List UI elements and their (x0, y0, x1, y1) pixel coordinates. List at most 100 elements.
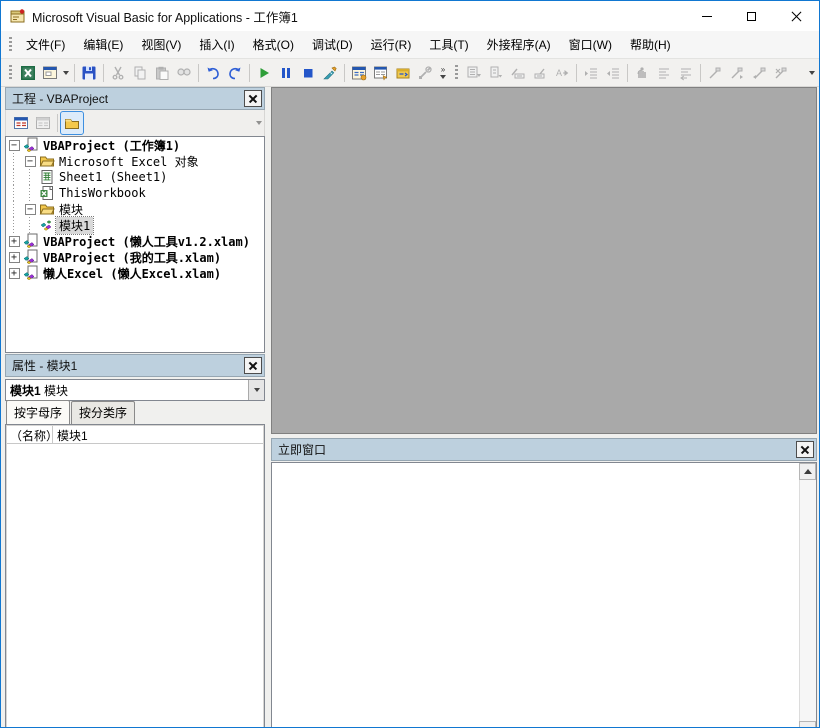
vba-main-window: Microsoft Visual Basic for Applications … (0, 0, 820, 728)
toolbar: » A (1, 59, 819, 87)
tree-item-lazyexcel[interactable]: + 懒人Excel (懒人Excel.xlam) (6, 265, 264, 281)
clear-all-bookmarks-icon[interactable] (770, 62, 792, 84)
menu-insert[interactable]: 插入(I) (190, 32, 243, 57)
properties-panel-title: 属性 - 模块1 (12, 357, 244, 374)
complete-word-icon[interactable]: A (551, 62, 573, 84)
paste-icon[interactable] (151, 62, 173, 84)
maximize-button[interactable] (729, 1, 774, 31)
view-object-button[interactable] (32, 112, 54, 134)
mdi-client-area: 立即窗口 (265, 87, 819, 728)
properties-window-button[interactable] (370, 62, 392, 84)
expand-icon[interactable]: + (6, 249, 22, 265)
comment-block-icon[interactable] (653, 62, 675, 84)
toggle-bookmark-icon[interactable] (704, 62, 726, 84)
titlebar: Microsoft Visual Basic for Applications … (1, 1, 819, 31)
menu-run[interactable]: 运行(R) (362, 32, 421, 57)
tree-item-label: VBAProject (懒人工具v1.2.xlam) (40, 233, 253, 250)
minimize-button[interactable] (684, 1, 729, 31)
previous-bookmark-icon[interactable] (748, 62, 770, 84)
svg-text:A: A (556, 68, 562, 78)
collapse-icon[interactable]: − (22, 153, 38, 169)
toggle-folders-button[interactable] (61, 112, 83, 134)
edit-toolbar-drag-handle[interactable] (455, 65, 458, 81)
next-bookmark-icon[interactable] (726, 62, 748, 84)
run-sub-button[interactable] (253, 62, 275, 84)
toolbox-icon[interactable] (414, 62, 436, 84)
view-microsoft-excel-button[interactable] (17, 62, 39, 84)
tree-item-vbaproject-workbook1[interactable]: − VBAProject (工作簿1) (6, 137, 264, 153)
project-toolbar-options-button[interactable] (256, 121, 262, 125)
parameter-info-icon[interactable] (529, 62, 551, 84)
tree-item-excel-objects-folder[interactable]: − Microsoft Excel 对象 (6, 153, 264, 169)
project-explorer-button[interactable] (348, 62, 370, 84)
collapse-icon[interactable]: − (6, 137, 22, 153)
properties-panel-close-icon[interactable] (244, 357, 262, 374)
menu-debug[interactable]: 调试(D) (303, 32, 362, 57)
menu-file[interactable]: 文件(F) (17, 32, 74, 57)
project-panel-close-icon[interactable] (244, 90, 262, 107)
scroll-up-icon[interactable] (799, 463, 816, 480)
window-title: Microsoft Visual Basic for Applications … (32, 7, 298, 26)
tree-item-vbaproject-lazytools[interactable]: + VBAProject (懒人工具v1.2.xlam) (6, 233, 264, 249)
tab-alphabetic[interactable]: 按字母序 (6, 400, 70, 424)
outdent-icon[interactable] (602, 62, 624, 84)
break-button[interactable] (275, 62, 297, 84)
property-value[interactable]: 模块1 (53, 426, 263, 443)
expand-icon[interactable]: + (6, 265, 22, 281)
tree-item-vbaproject-mytools[interactable]: + VBAProject (我的工具.xlam) (6, 249, 264, 265)
toggle-breakpoint-icon[interactable] (631, 62, 653, 84)
tree-item-sheet1[interactable]: Sheet1 (Sheet1) (6, 169, 264, 185)
project-icon (22, 265, 40, 281)
list-constants-icon[interactable] (485, 62, 507, 84)
standard-toolbar-options-button[interactable]: » (436, 61, 450, 85)
immediate-vertical-scrollbar[interactable] (799, 463, 816, 728)
property-row-name[interactable]: （名称） 模块1 (7, 426, 263, 444)
tab-categorized[interactable]: 按分类序 (71, 401, 135, 424)
properties-panel: 属性 - 模块1 模块1 模块 按字母序 按分类序 （名称） (5, 354, 265, 728)
insert-object-dropdown[interactable] (61, 62, 71, 84)
undo-button[interactable] (202, 62, 224, 84)
object-selector-combobox[interactable]: 模块1 模块 (5, 379, 265, 401)
object-browser-button[interactable] (392, 62, 414, 84)
menu-tools[interactable]: 工具(T) (420, 32, 477, 57)
edit-toolbar-options-button[interactable] (805, 61, 819, 85)
menu-edit[interactable]: 编辑(E) (74, 32, 132, 57)
tree-item-modules-folder[interactable]: − 模块 (6, 201, 264, 217)
cut-icon[interactable] (107, 62, 129, 84)
menu-window[interactable]: 窗口(W) (560, 32, 621, 57)
design-mode-button[interactable] (319, 62, 341, 84)
tree-item-thisworkbook[interactable]: ThisWorkbook (6, 185, 264, 201)
reset-button[interactable] (297, 62, 319, 84)
immediate-panel-header[interactable]: 立即窗口 (271, 438, 817, 461)
immediate-text-area[interactable] (271, 462, 817, 728)
copy-icon[interactable] (129, 62, 151, 84)
find-icon[interactable] (173, 62, 195, 84)
list-properties-methods-icon[interactable] (463, 62, 485, 84)
immediate-panel-close-icon[interactable] (796, 441, 814, 458)
save-button[interactable] (78, 62, 100, 84)
menubar-drag-handle[interactable] (9, 37, 12, 53)
combo-dropdown-icon[interactable] (248, 380, 264, 400)
menu-view[interactable]: 视图(V) (132, 32, 190, 57)
insert-userform-button[interactable] (39, 62, 61, 84)
menu-bar: 文件(F) 编辑(E) 视图(V) 插入(I) 格式(O) 调试(D) 运行(R… (1, 31, 819, 59)
expand-icon[interactable]: + (6, 233, 22, 249)
quick-info-icon[interactable] (507, 62, 529, 84)
menu-format[interactable]: 格式(O) (244, 32, 303, 57)
selected-object-type: 模块 (44, 384, 68, 398)
collapse-icon[interactable]: − (22, 201, 38, 217)
scroll-down-icon[interactable] (799, 721, 816, 728)
tree-item-module1[interactable]: 模块1 (6, 217, 264, 233)
view-code-button[interactable] (10, 112, 32, 134)
redo-button[interactable] (224, 62, 246, 84)
project-panel-header[interactable]: 工程 - VBAProject (5, 87, 265, 110)
close-button[interactable] (774, 1, 819, 31)
properties-panel-header[interactable]: 属性 - 模块1 (5, 354, 265, 377)
menu-help[interactable]: 帮助(H) (621, 32, 680, 57)
uncomment-block-icon[interactable] (675, 62, 697, 84)
properties-tabs: 按字母序 按分类序 (5, 403, 265, 424)
menu-addins[interactable]: 外接程序(A) (478, 32, 560, 57)
standard-toolbar-drag-handle[interactable] (9, 65, 12, 81)
indent-icon[interactable] (580, 62, 602, 84)
vba-app-icon (10, 8, 26, 24)
